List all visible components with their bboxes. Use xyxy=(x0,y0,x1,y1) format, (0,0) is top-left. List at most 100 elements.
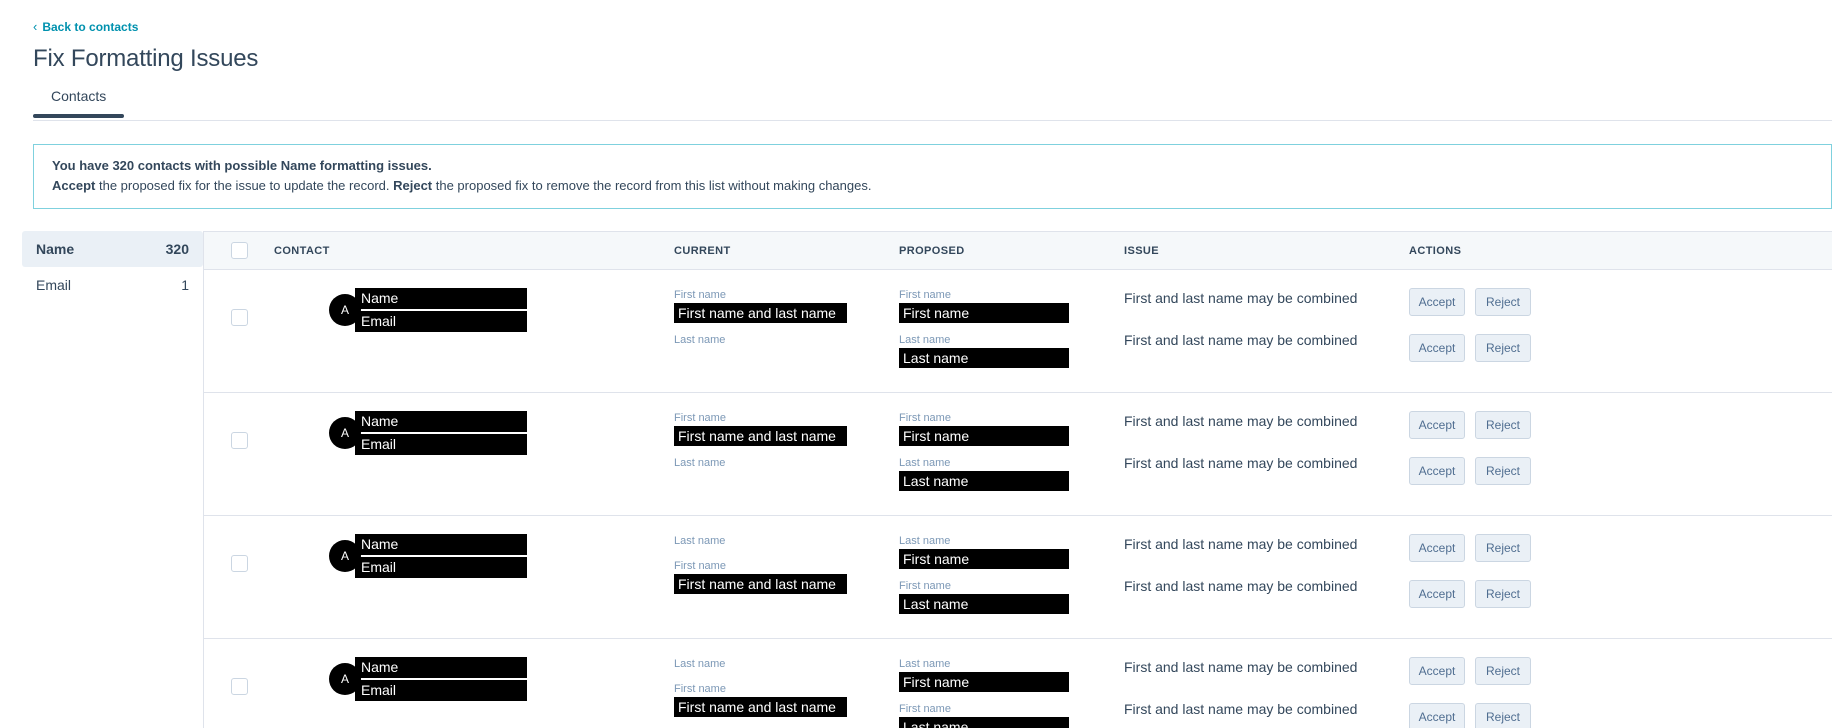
reject-button[interactable]: Reject xyxy=(1475,411,1531,439)
field-group: First name First name xyxy=(899,288,1124,323)
alert-body-part1: the proposed fix for the issue to update… xyxy=(95,178,394,193)
reject-button[interactable]: Reject xyxy=(1475,580,1531,608)
table-body: A Name Email First name First name and l… xyxy=(204,270,1832,728)
contact-name-redacted: Name xyxy=(355,657,527,678)
reject-button[interactable]: Reject xyxy=(1475,334,1531,362)
field-label: Last name xyxy=(899,658,951,670)
alert-accept-word: Accept xyxy=(52,178,96,193)
contact-cell: A Name Email xyxy=(274,657,674,701)
actions-cell: Accept Reject Accept Reject xyxy=(1409,534,1832,608)
row-checkbox[interactable] xyxy=(230,432,248,449)
reject-button[interactable]: Reject xyxy=(1475,657,1531,685)
field-group: Last name First name xyxy=(899,657,1124,692)
issue-text: First and last name may be combined xyxy=(1124,536,1358,552)
field-group: Last name Last name xyxy=(899,333,1124,368)
field-label: Last name xyxy=(674,334,726,346)
accept-button[interactable]: Accept xyxy=(1409,580,1465,608)
alert-body-part2: the proposed fix to remove the record fr… xyxy=(432,178,872,193)
field-group: First name Last name xyxy=(899,579,1124,614)
row-select-cell xyxy=(204,534,274,572)
reject-button[interactable]: Reject xyxy=(1475,703,1531,728)
contact-cell: A Name Email xyxy=(274,288,674,332)
action-button-pair: Accept Reject xyxy=(1409,334,1832,362)
accept-button[interactable]: Accept xyxy=(1409,534,1465,562)
accept-button[interactable]: Accept xyxy=(1409,288,1465,316)
field-label: Last name xyxy=(899,457,951,469)
accept-button[interactable]: Accept xyxy=(1409,703,1465,728)
page-header: ‹ Back to contacts Fix Formatting Issues xyxy=(0,0,1832,73)
field-group: Last name Last name xyxy=(899,456,1124,491)
table-row: A Name Email First name First name and l… xyxy=(204,393,1832,516)
alert-headline: You have 320 contacts with possible Name… xyxy=(52,158,432,173)
reject-button[interactable]: Reject xyxy=(1475,288,1531,316)
current-cell: First name First name and last name Last… xyxy=(674,411,899,481)
tab-contacts-label: Contacts xyxy=(51,88,107,104)
contact-name-redacted: Name xyxy=(355,288,527,309)
field-value-redacted: First name and last name xyxy=(674,426,847,446)
contact-name-redacted: Name xyxy=(355,411,527,432)
current-cell: First name First name and last name Last… xyxy=(674,288,899,358)
sidebar-item-email[interactable]: Email 1 xyxy=(22,267,203,303)
current-cell: Last name First name First name and last… xyxy=(674,657,899,727)
accept-button[interactable]: Accept xyxy=(1409,334,1465,362)
issue-text: First and last name may be combined xyxy=(1124,701,1358,717)
issue-text: First and last name may be combined xyxy=(1124,455,1358,471)
field-value-redacted: First name xyxy=(899,549,1069,569)
row-checkbox[interactable] xyxy=(230,309,248,326)
reject-button[interactable]: Reject xyxy=(1475,534,1531,562)
field-label: First name xyxy=(674,412,726,424)
action-button-pair: Accept Reject xyxy=(1409,534,1832,562)
contact-email-redacted: Email xyxy=(355,311,527,332)
accept-button[interactable]: Accept xyxy=(1409,457,1465,485)
issue-text: First and last name may be combined xyxy=(1124,659,1358,675)
contact-cell: A Name Email xyxy=(274,411,674,455)
proposed-cell: Last name First name First name Last nam… xyxy=(899,534,1124,624)
actions-cell: Accept Reject Accept Reject xyxy=(1409,288,1832,362)
field-group: First name First name and last name xyxy=(674,411,899,446)
reject-button[interactable]: Reject xyxy=(1475,457,1531,485)
field-value-redacted: First name and last name xyxy=(674,574,847,594)
field-value-redacted: First name xyxy=(899,672,1069,692)
alert-body: Accept the proposed fix for the issue to… xyxy=(52,177,1813,195)
issue-type-sidebar: Name 320 Email 1 xyxy=(0,231,203,728)
field-label: Last name xyxy=(899,334,951,346)
contact-lines: Name Email xyxy=(355,657,527,701)
issue-cell: First and last name may be combined First… xyxy=(1124,411,1409,473)
proposed-cell: First name First name Last name Last nam… xyxy=(899,288,1124,378)
avatar: A xyxy=(329,417,361,449)
accept-button[interactable]: Accept xyxy=(1409,657,1465,685)
page-title: Fix Formatting Issues xyxy=(33,45,259,72)
field-value-redacted: Last name xyxy=(899,471,1069,491)
field-label: Last name xyxy=(674,535,726,547)
current-cell: Last name First name First name and last… xyxy=(674,534,899,604)
contact-lines: Name Email xyxy=(355,411,527,455)
actions-cell: Accept Reject Accept Reject xyxy=(1409,657,1832,728)
sidebar-item-email-count: 1 xyxy=(181,277,189,293)
row-checkbox[interactable] xyxy=(230,678,248,695)
chevron-left-icon: ‹ xyxy=(33,19,38,34)
column-header-current: CURRENT xyxy=(674,244,731,257)
back-to-contacts-link[interactable]: ‹ Back to contacts xyxy=(33,20,138,34)
sidebar-item-name-label: Name xyxy=(36,241,75,257)
select-all-checkbox[interactable] xyxy=(230,242,248,259)
table-row: A Name Email Last name First name First … xyxy=(204,516,1832,639)
tab-contacts[interactable]: Contacts xyxy=(33,88,125,118)
tab-bar: Contacts xyxy=(0,88,1832,121)
row-checkbox[interactable] xyxy=(230,555,248,572)
field-label: First name xyxy=(674,560,726,572)
issue-cell: First and last name may be combined First… xyxy=(1124,534,1409,596)
issue-text: First and last name may be combined xyxy=(1124,332,1358,348)
sidebar-item-email-label: Email xyxy=(36,277,72,293)
field-label: First name xyxy=(899,580,951,592)
action-button-pair: Accept Reject xyxy=(1409,411,1832,439)
contact-cell: A Name Email xyxy=(274,534,674,578)
field-group: Last name xyxy=(674,534,899,549)
contact-lines: Name Email xyxy=(355,288,527,332)
formatting-issues-alert: You have 320 contacts with possible Name… xyxy=(33,144,1832,209)
column-header-issue: ISSUE xyxy=(1124,244,1160,257)
field-value-redacted: Last name xyxy=(899,348,1069,368)
accept-button[interactable]: Accept xyxy=(1409,411,1465,439)
column-header-actions: ACTIONS xyxy=(1409,244,1462,257)
field-label: First name xyxy=(899,703,951,715)
sidebar-item-name[interactable]: Name 320 xyxy=(22,231,203,267)
